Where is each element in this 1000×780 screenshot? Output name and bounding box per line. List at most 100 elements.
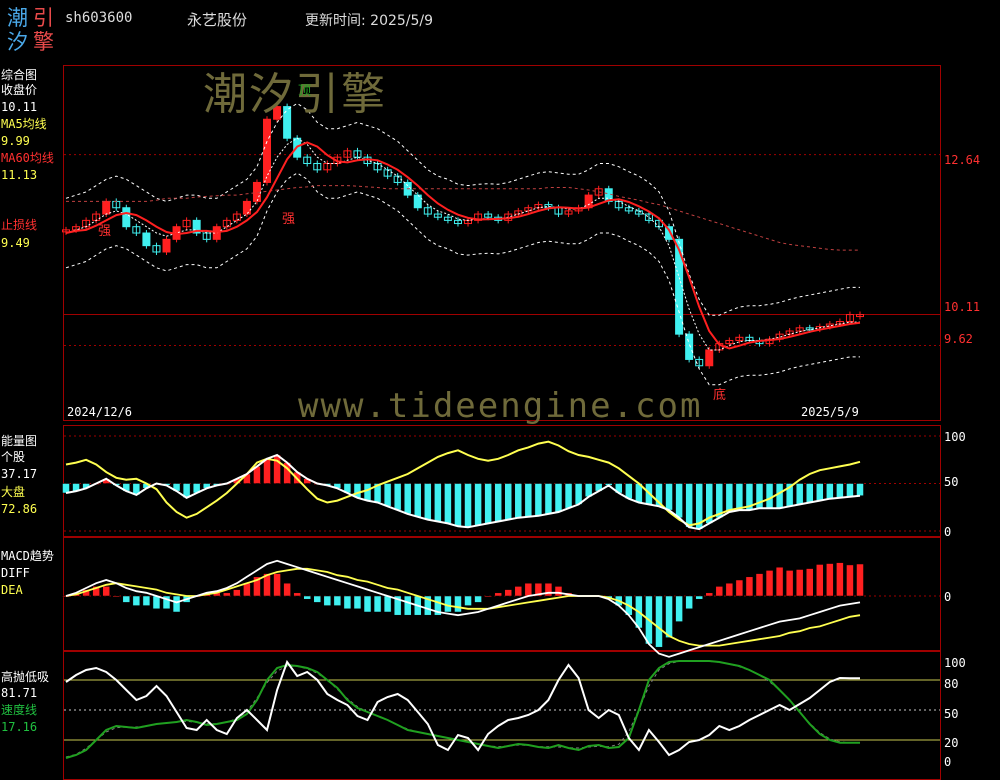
energy-bar bbox=[464, 483, 472, 528]
energy-bar bbox=[393, 483, 402, 511]
macd-bar bbox=[172, 595, 181, 613]
ma5-line bbox=[65, 137, 860, 351]
energy-bar bbox=[403, 483, 412, 515]
candle bbox=[122, 207, 131, 228]
macd-bar bbox=[705, 592, 713, 597]
macd-bar bbox=[373, 595, 382, 613]
market-value: 72.86 bbox=[1, 502, 38, 516]
axis-label-close: 10.11 bbox=[944, 300, 981, 314]
watermark-cn: 潮汐引擎 bbox=[203, 69, 387, 120]
energy-bar bbox=[846, 483, 854, 498]
candle bbox=[102, 200, 111, 215]
macd-bar bbox=[795, 569, 804, 597]
macd-bar bbox=[775, 566, 784, 597]
energy-bar bbox=[484, 483, 492, 524]
energy-bar bbox=[725, 483, 734, 513]
dea-label: DEA bbox=[1, 583, 23, 597]
macd-bar bbox=[142, 595, 151, 606]
macd-bar bbox=[383, 595, 392, 613]
date-start: 2024/12/6 bbox=[67, 405, 133, 419]
energy-bar bbox=[836, 483, 844, 498]
hl-value: 81.71 bbox=[1, 686, 38, 700]
macd-bar bbox=[524, 582, 533, 597]
candle bbox=[263, 118, 272, 183]
energy-title: 能量图 bbox=[1, 434, 38, 448]
macd-bar bbox=[243, 582, 251, 597]
energy-bar bbox=[434, 483, 442, 522]
macd-axis-0: 0 bbox=[944, 590, 952, 604]
speed-smooth-line bbox=[65, 660, 860, 758]
hl-axis-100: 100 bbox=[944, 656, 966, 670]
close-value: 10.11 bbox=[1, 100, 38, 114]
energy-bar bbox=[524, 483, 533, 517]
ma60-value: 11.13 bbox=[1, 168, 38, 182]
energy-bar bbox=[504, 483, 512, 520]
macd-bar bbox=[122, 595, 131, 603]
candle bbox=[675, 238, 684, 335]
energy-bar bbox=[474, 483, 482, 526]
energy-bar bbox=[363, 483, 372, 501]
candle bbox=[685, 333, 694, 360]
macd-title: MACD趋势 bbox=[1, 549, 54, 563]
energy-bar bbox=[795, 483, 804, 505]
macd-bar bbox=[665, 595, 673, 638]
ma60-label: MA60均线 bbox=[1, 151, 54, 165]
candle bbox=[142, 232, 151, 247]
macd-bar bbox=[132, 595, 141, 606]
energy-bar bbox=[735, 483, 744, 511]
macd-bar bbox=[484, 595, 492, 598]
macd-bar bbox=[323, 595, 332, 606]
watermark-url: www.tideengine.com bbox=[298, 386, 703, 426]
macd-bar bbox=[333, 595, 342, 606]
energy-bar bbox=[755, 483, 764, 509]
macd-bar bbox=[735, 579, 744, 597]
macd-bar bbox=[836, 562, 844, 597]
macd-bar bbox=[403, 595, 412, 616]
macd-bar bbox=[474, 595, 482, 603]
energy-bar bbox=[765, 483, 774, 509]
energy-bar bbox=[574, 483, 583, 505]
speed-value: 17.16 bbox=[1, 720, 38, 734]
energy-bar bbox=[564, 483, 573, 509]
market-label: 大盘 bbox=[1, 485, 26, 499]
hl-axis-20: 20 bbox=[944, 736, 959, 750]
hl-axis-80: 80 bbox=[944, 677, 959, 691]
macd-bar bbox=[454, 595, 462, 613]
energy-bar bbox=[554, 483, 563, 513]
macd-bar bbox=[805, 568, 814, 597]
energy-bar bbox=[665, 483, 673, 511]
macd-bar bbox=[785, 570, 794, 597]
strong-mark: 强 bbox=[282, 212, 296, 227]
macd-bar bbox=[675, 595, 683, 622]
macd-bar bbox=[715, 586, 724, 597]
lower-band-line bbox=[65, 172, 860, 386]
hl-title: 高抛低吸 bbox=[1, 670, 50, 684]
energy-bar bbox=[856, 483, 864, 496]
strong-mark: 强 bbox=[98, 224, 112, 239]
energy-bar bbox=[514, 483, 523, 518]
top-mark: 顶 bbox=[298, 84, 312, 99]
ma5-value: 9.99 bbox=[1, 134, 30, 148]
macd-bar bbox=[685, 595, 693, 610]
candle bbox=[242, 200, 251, 215]
macd-bar bbox=[363, 595, 372, 613]
energy-bar bbox=[454, 483, 462, 527]
energy-bar bbox=[383, 483, 392, 507]
ma60-line bbox=[66, 185, 860, 251]
macd-bar bbox=[504, 589, 512, 597]
candle bbox=[162, 238, 171, 253]
close-label: 收盘价 bbox=[1, 83, 38, 97]
hl-axis-50: 50 bbox=[944, 707, 959, 721]
energy-bar bbox=[816, 483, 824, 501]
energy-bar bbox=[544, 483, 553, 515]
macd-bar bbox=[233, 589, 241, 597]
macd-bar bbox=[695, 595, 703, 600]
macd-bar bbox=[343, 595, 352, 610]
upper-band-line bbox=[65, 102, 860, 316]
energy-bar bbox=[263, 458, 271, 484]
macd-bar bbox=[464, 595, 472, 606]
macd-bar bbox=[102, 586, 110, 597]
energy-bar bbox=[826, 483, 834, 499]
macd-bar bbox=[765, 570, 774, 597]
stop-label: 止损线 bbox=[1, 218, 38, 232]
